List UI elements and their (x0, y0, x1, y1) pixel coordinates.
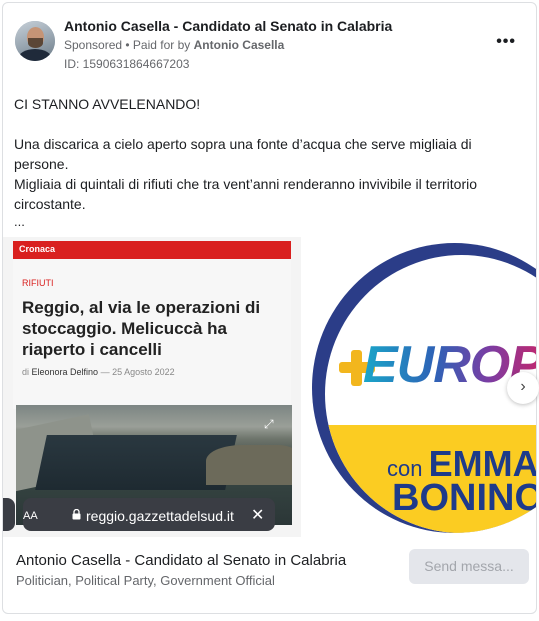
meta-separator: • (122, 38, 133, 52)
post-text-line: Migliaia di quintali di rifiuti che tra … (14, 176, 478, 212)
paid-for-prefix: Paid for by (132, 38, 194, 52)
carousel-next-button[interactable]: › (507, 372, 539, 404)
paid-for-by: Antonio Casella (193, 38, 285, 52)
ad-card: Antonio Casella - Candidato al Senato in… (2, 2, 537, 614)
party-logo: EUROP con EMMA BONINO (312, 243, 537, 533)
article-byline: di Eleonora Delfino — 25 Agosto 2022 (22, 367, 175, 377)
browser-bar-edge (3, 498, 15, 531)
byline-separator: — (98, 367, 113, 377)
media-carousel: Cronaca RIFIUTI Reggio, al via le operaz… (3, 237, 537, 537)
article-author: Eleonora Delfino (31, 367, 99, 377)
carousel-card-article[interactable]: Cronaca RIFIUTI Reggio, al via le operaz… (3, 237, 301, 537)
section-banner: Cronaca (13, 241, 291, 259)
ad-id: ID: 1590631864667203 (64, 57, 190, 71)
sponsored-label: Sponsored (64, 38, 123, 52)
byline-prefix: di (22, 367, 32, 377)
page-name-link[interactable]: Antonio Casella - Candidato al Senato in… (64, 18, 392, 34)
carousel-card-logo[interactable]: EUROP con EMMA BONINO (305, 237, 537, 537)
close-icon: ✕ (251, 507, 265, 524)
footer-page-name[interactable]: Antonio Casella - Candidato al Senato in… (16, 552, 346, 569)
logo-bonino: BONINO (392, 477, 537, 519)
chevron-right-icon: › (520, 378, 526, 395)
text-size-icon: AA (23, 510, 38, 522)
lock-icon (72, 508, 81, 523)
browser-url: reggio.gazzettadelsud.it (86, 508, 234, 524)
see-more-link[interactable]: ... (14, 212, 529, 232)
article-category: RIFIUTI (22, 278, 54, 288)
article-headline: Reggio, al via le operazioni di stoccagg… (22, 298, 261, 359)
more-options-icon[interactable]: ••• (496, 33, 516, 51)
send-message-button[interactable]: Send messa... (409, 549, 529, 584)
expand-icon: ⤢ (264, 417, 274, 431)
article-date: 25 Agosto 2022 (112, 367, 175, 377)
sponsored-line: Sponsored • Paid for by Antonio Casella (64, 38, 284, 52)
footer-categories: Politician, Political Party, Government … (16, 573, 275, 588)
post-text-line: CI STANNO AVVELENANDO! (14, 96, 201, 112)
section-label: Cronaca (19, 244, 56, 254)
post-text-line: Una discarica a cielo aperto sopra una f… (14, 136, 472, 172)
avatar[interactable] (15, 21, 55, 61)
